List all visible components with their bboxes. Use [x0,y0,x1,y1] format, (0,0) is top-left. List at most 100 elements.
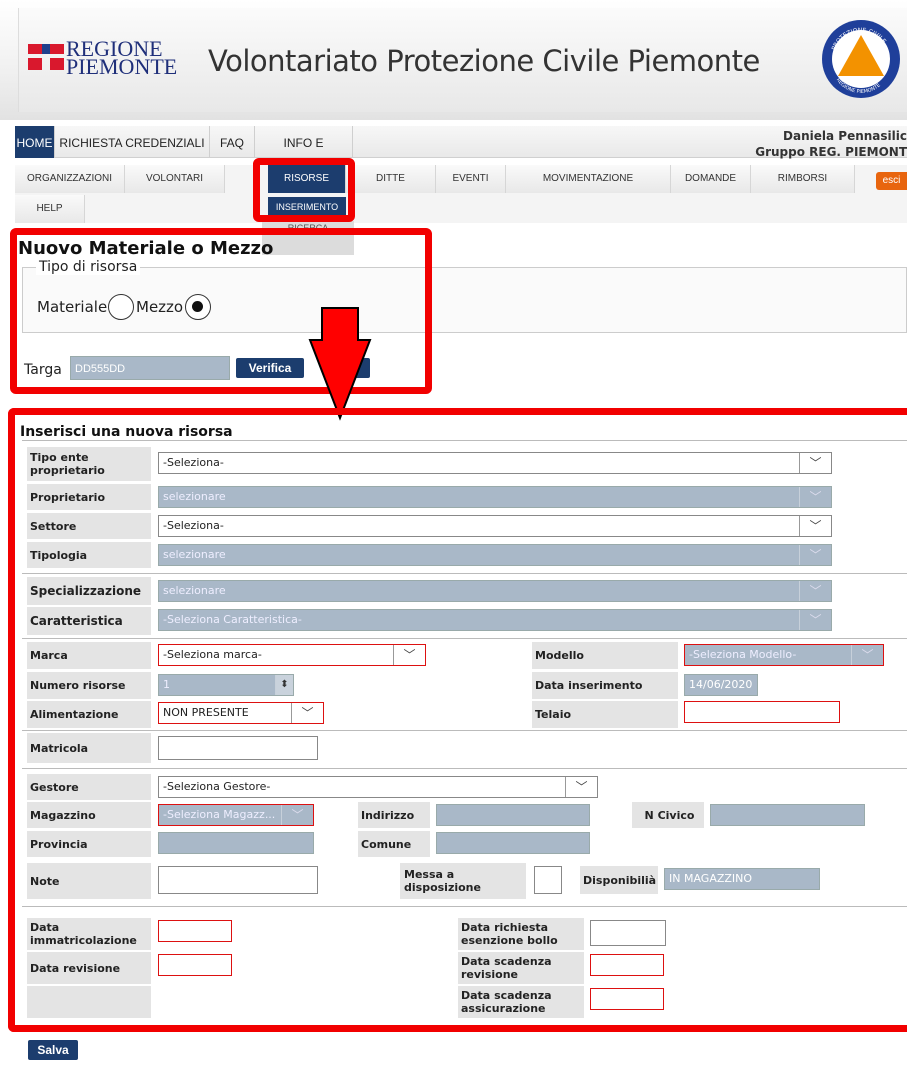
magazzino-select[interactable]: -Seleziona Magazz... ﹀ [158,804,314,826]
modello-label: Modello [532,642,678,669]
specializzazione-label: Specializzazione [27,577,151,605]
specializzazione-value: selezionare [163,584,226,597]
menu-movimentazione[interactable]: MOVIMENTAZIONE [506,165,671,193]
chevron-down-icon: ﹀ [393,645,425,665]
user-info: Daniela Pennasilic Gruppo REG. PIEMONT [736,128,907,160]
marca-label: Marca [27,642,151,669]
settore-label: Settore [27,513,151,539]
menu-organizzazioni[interactable]: ORGANIZZAZIONI [15,165,125,193]
menu-rimborsi[interactable]: RIMBORSI [751,165,855,193]
settore-select[interactable]: -Seleziona- ﹀ [158,515,832,537]
data-inserimento-field: 14/06/2020 [684,674,758,696]
data-inserimento-label: Data inserimento [532,672,678,699]
chevron-down-icon: ﹀ [281,805,313,825]
data-scadenza-assicurazione-label: Data scadenza assicurazione [458,986,584,1018]
save-button[interactable]: Salva [28,1040,78,1060]
marca-value: -Seleziona marca- [163,648,262,661]
proprietario-select[interactable]: selezionare ﹀ [158,486,832,508]
modello-value: -Seleziona Modello- [689,648,797,661]
chevron-down-icon: ﹀ [565,777,597,797]
chevron-down-icon: ﹀ [291,703,323,723]
nav-info-contatti[interactable]: INFO E CONTATTI [255,126,353,184]
marca-select[interactable]: -Seleziona marca- ﹀ [158,644,426,666]
numero-risorse-label: Numero risorse [27,672,151,699]
regione-logo-text[interactable]: REGIONE PIEMONTE [66,38,178,79]
provincia-label: Provincia [27,831,151,857]
data-revisione-input[interactable] [158,954,232,976]
nav-home[interactable]: HOME [15,126,55,158]
disponibilita-label: Disponibilià [580,866,658,894]
chevron-down-icon: ﹀ [799,453,831,473]
data-immatricolazione-label: Data immatricolazione [27,918,151,950]
alimentazione-select[interactable]: NON PRESENTE ﹀ [158,702,324,724]
protezione-civile-badge-icon: PROTEZIONE CIVILE REGIONE PIEMONTE [822,20,900,98]
matricola-input[interactable] [158,736,318,760]
disponibilita-field: IN MAGAZZINO [664,868,820,890]
gestore-label: Gestore [27,774,151,800]
magazzino-value: -Seleziona Magazz... [163,808,276,821]
tipo-ente-label: Tipo ente proprietario [27,447,151,481]
menu-volontari[interactable]: VOLONTARI [125,165,225,193]
divider [22,906,907,907]
alimentazione-value: NON PRESENTE [163,706,249,719]
alimentazione-label: Alimentazione [27,701,151,728]
user-name: Daniela Pennasilic [783,129,907,143]
site-title: Volontariato Protezione Civile Piemonte [208,44,760,78]
tipo-ente-select[interactable]: -Seleziona- ﹀ [158,452,832,474]
specializzazione-select[interactable]: selezionare ﹀ [158,580,832,602]
caratteristica-label: Caratteristica [27,607,151,635]
menu-help[interactable]: HELP [15,195,85,223]
divider [22,638,907,639]
chevron-down-icon: ﹀ [799,516,831,536]
main-menu: ORGANIZZAZIONI VOLONTARI RISORSE DITTE E… [15,165,907,223]
chevron-down-icon: ﹀ [799,487,831,507]
data-immatricolazione-input[interactable] [158,920,232,942]
data-esenzione-label: Data richiesta esenzione bollo [458,918,584,950]
data-scadenza-revisione-input[interactable] [590,954,664,976]
ncivico-field [710,804,865,826]
highlight-risorse-menu [253,158,355,222]
chevron-down-icon: ﹀ [799,581,831,601]
comune-label: Comune [358,831,430,857]
note-input[interactable] [158,866,318,894]
caratteristica-value: -Seleziona Caratteristica- [163,613,302,626]
user-group: Gruppo REG. PIEMONT [755,145,907,159]
logout-button[interactable]: esci [876,172,907,190]
numero-risorse-stepper[interactable]: 1 ⬍ [158,674,294,696]
provincia-field [158,832,314,854]
messa-disposizione-checkbox[interactable] [534,866,562,894]
telaio-input[interactable] [684,701,840,723]
telaio-label: Telaio [532,701,678,728]
chevron-down-icon: ﹀ [851,645,883,665]
menu-ditte[interactable]: DITTE [346,165,436,193]
caratteristica-select[interactable]: -Seleziona Caratteristica- ﹀ [158,609,832,631]
messa-disposizione-label: Messa a disposizione [400,863,526,899]
data-scadenza-assicurazione-input[interactable] [590,988,664,1010]
tipologia-label: Tipologia [27,542,151,568]
empty-label-cell [27,986,151,1018]
gestore-value: -Seleziona Gestore- [163,780,271,793]
tipologia-value: selezionare [163,548,226,561]
chevron-down-icon: ﹀ [799,545,831,565]
modello-select[interactable]: -Seleziona Modello- ﹀ [684,644,884,666]
regione-flag-icon [28,44,64,74]
menu-domande[interactable]: DOMANDE [671,165,751,193]
data-scadenza-revisione-label: Data scadenza revisione [458,952,584,984]
stepper-arrows-icon[interactable]: ⬍ [275,675,293,695]
divider [22,730,907,731]
numero-risorse-value: 1 [163,678,170,691]
nav-richiesta-credenziali[interactable]: RICHIESTA CREDENZIALI [55,126,210,158]
ncivico-label: N Civico [632,802,704,828]
tipologia-select[interactable]: selezionare ﹀ [158,544,832,566]
data-esenzione-input[interactable] [590,920,666,946]
matricola-label: Matricola [27,733,151,763]
menu-eventi[interactable]: EVENTI [436,165,506,193]
gestore-select[interactable]: -Seleziona Gestore- ﹀ [158,776,598,798]
proprietario-value: selezionare [163,490,226,503]
magazzino-label: Magazzino [27,802,151,828]
nav-faq[interactable]: FAQ [210,126,255,158]
divider [22,440,907,441]
settore-value: -Seleziona- [163,519,224,532]
section2-title: Inserisci una nuova risorsa [20,424,233,440]
logo-line2: PIEMONTE [66,54,178,79]
